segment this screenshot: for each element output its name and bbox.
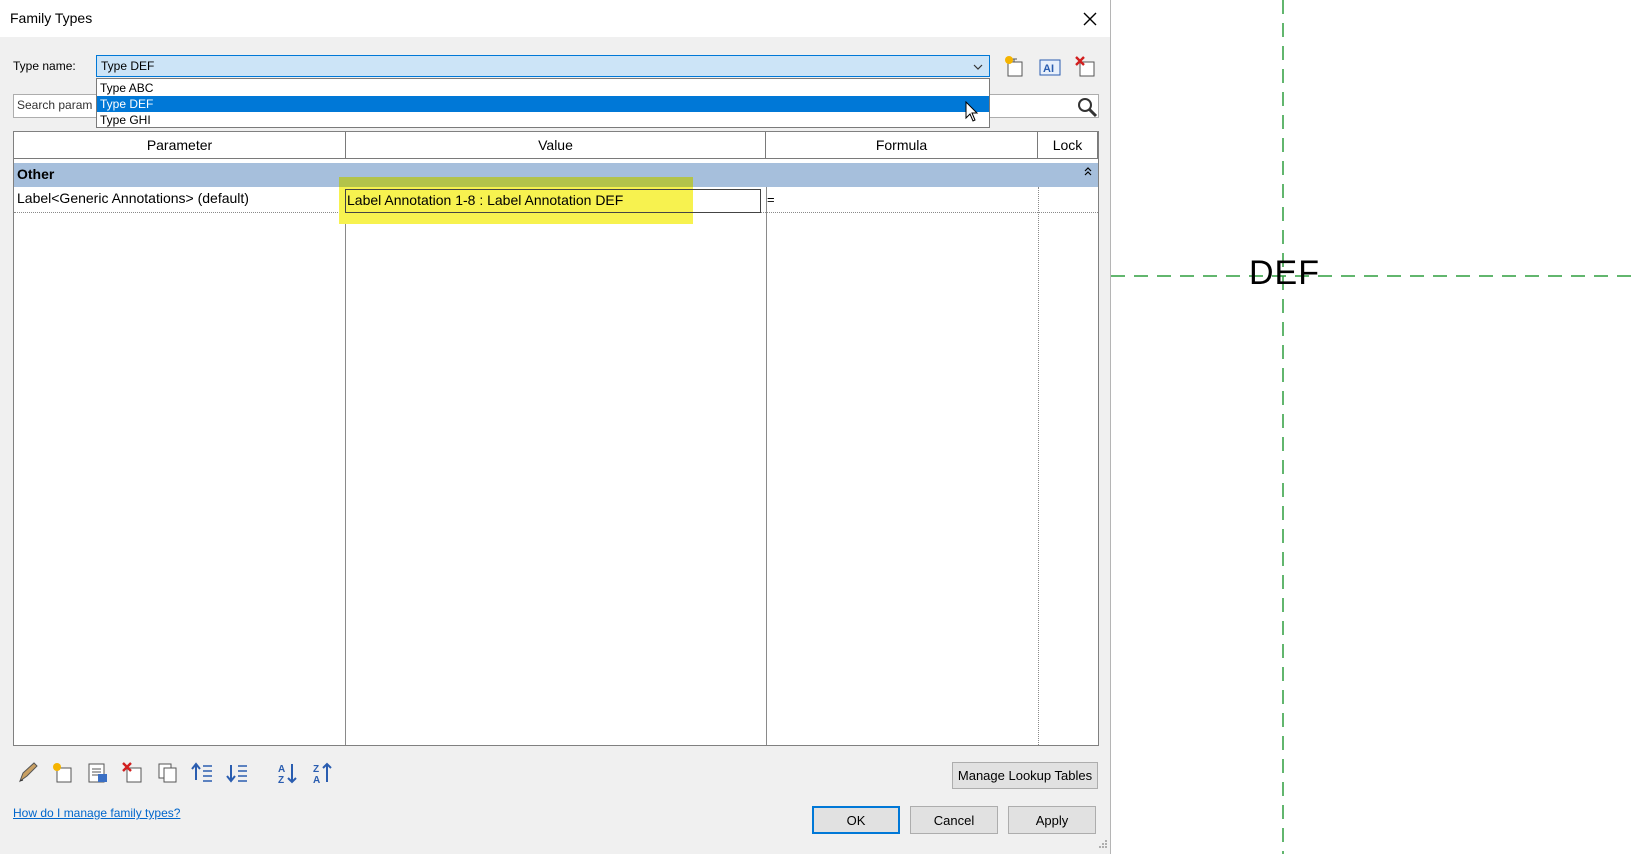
parameter-name: Label<Generic Annotations> (default) xyxy=(17,190,249,206)
sort-descending-icon[interactable]: Z A xyxy=(311,760,337,786)
formula-field[interactable]: = xyxy=(767,192,775,207)
svg-text:Z: Z xyxy=(278,775,284,786)
copy-parameter-icon[interactable] xyxy=(155,760,181,786)
new-type-icon[interactable] xyxy=(1002,54,1028,80)
group-label: Other xyxy=(17,166,55,182)
edit-parameter-icon[interactable] xyxy=(15,760,41,786)
move-up-icon[interactable] xyxy=(190,760,216,786)
search-icon[interactable] xyxy=(1076,96,1098,118)
title-bar: Family Types xyxy=(0,0,1110,37)
resize-grip-icon[interactable] xyxy=(1096,838,1108,850)
parameter-properties-icon[interactable] xyxy=(85,760,111,786)
svg-text:Z: Z xyxy=(313,764,319,775)
reference-planes xyxy=(1111,0,1636,854)
sort-ascending-icon[interactable]: A Z xyxy=(276,760,302,786)
header-parameter[interactable]: Parameter xyxy=(14,132,346,159)
svg-text:A: A xyxy=(278,764,285,775)
apply-button[interactable]: Apply xyxy=(1008,806,1096,834)
value-text: Label Annotation 1-8 : Label Annotation … xyxy=(347,192,624,208)
column-divider xyxy=(345,187,346,745)
help-link[interactable]: How do I manage family types? xyxy=(13,806,180,820)
close-icon xyxy=(1083,12,1097,26)
type-name-combobox[interactable]: Type DEF xyxy=(96,55,990,77)
mouse-cursor-icon xyxy=(965,101,979,122)
delete-parameter-icon[interactable] xyxy=(120,760,146,786)
cancel-button[interactable]: Cancel xyxy=(910,806,998,834)
dropdown-option-type-def[interactable]: Type DEF xyxy=(97,96,989,112)
type-name-label: Type name: xyxy=(13,59,76,73)
svg-text:A: A xyxy=(313,775,320,786)
header-value[interactable]: Value xyxy=(346,132,766,159)
chevron-down-icon xyxy=(973,64,983,70)
delete-type-icon[interactable] xyxy=(1073,54,1099,80)
dropdown-option-type-ghi[interactable]: Type GHI xyxy=(97,112,989,128)
value-highlight-band xyxy=(339,177,693,187)
svg-text:AI: AI xyxy=(1043,63,1054,75)
drawing-canvas[interactable] xyxy=(1111,0,1636,854)
new-parameter-icon[interactable] xyxy=(50,760,76,786)
manage-lookup-tables-button[interactable]: Manage Lookup Tables xyxy=(952,762,1098,789)
close-button[interactable] xyxy=(1070,4,1110,34)
window-title: Family Types xyxy=(10,10,93,26)
column-divider xyxy=(1038,187,1039,745)
search-placeholder: Search param xyxy=(17,98,93,112)
collapse-icon[interactable] xyxy=(1082,165,1094,177)
move-down-icon[interactable] xyxy=(225,760,251,786)
header-formula[interactable]: Formula xyxy=(766,132,1038,159)
type-name-value: Type DEF xyxy=(101,59,155,73)
parameters-grid: Parameter Value Formula Lock Other Label… xyxy=(13,131,1099,746)
canvas-label[interactable]: DEF xyxy=(1249,254,1320,293)
column-divider xyxy=(766,187,767,745)
rename-type-icon[interactable]: AI xyxy=(1037,54,1063,80)
dropdown-option-type-abc[interactable]: Type ABC xyxy=(97,80,989,96)
ok-button[interactable]: OK xyxy=(812,806,900,834)
header-lock[interactable]: Lock xyxy=(1038,132,1098,159)
family-types-dialog: Family Types Type name: Type DEF AI Sear… xyxy=(0,0,1111,854)
type-name-dropdown-list: Type ABC Type DEF Type GHI xyxy=(96,78,990,128)
